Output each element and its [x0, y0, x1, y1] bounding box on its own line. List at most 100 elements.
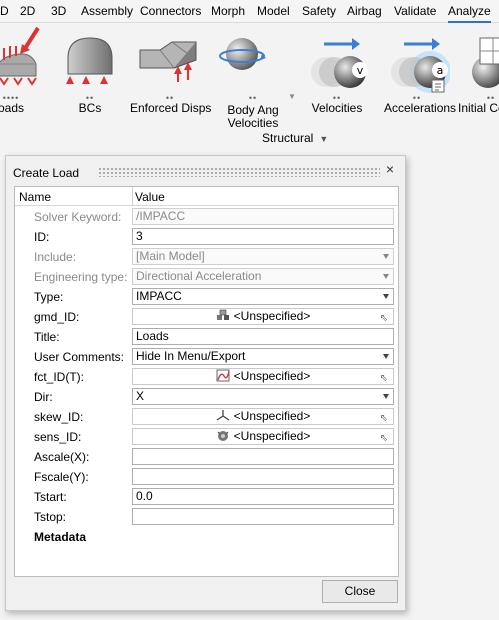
system-icon: [216, 410, 230, 421]
row-label: Include:: [34, 250, 77, 264]
close-icon[interactable]: ×: [383, 162, 397, 176]
entity-value: <Unspecified>: [233, 429, 311, 443]
column-header-value: Value: [135, 190, 165, 204]
menu-bar: D 2D 3D Assembly Connectors Morph Model …: [0, 0, 499, 23]
row-include: Include: [Main Model]: [15, 247, 398, 267]
skew-id-entity-selector[interactable]: <Unspecified> ⇖: [132, 408, 394, 425]
menu-item-analyze[interactable]: Analyze: [448, 0, 491, 23]
row-type: Type: IMPACC: [15, 287, 398, 307]
tool-label: Body Ang Velocities: [227, 103, 279, 130]
velocities-icon: v: [311, 38, 368, 88]
property-grid: Name Value Solver Keyword: /IMPACC ID: 3…: [14, 186, 399, 577]
row-tstop: Tstop:: [15, 507, 398, 527]
menu-item-connectors[interactable]: Connectors: [140, 0, 201, 23]
tool-label: oads: [0, 101, 25, 115]
tool-enforced-disps[interactable]: •• Enforced Disps: [130, 24, 212, 134]
tool-velocities[interactable]: v •• Velocities: [304, 24, 370, 134]
tool-bcs[interactable]: •• BCs: [60, 24, 120, 134]
dialog-title: Create Load: [13, 166, 80, 180]
solver-keyword-field: /IMPACC: [132, 208, 394, 225]
entity-value: <Unspecified>: [233, 309, 311, 323]
column-separator[interactable]: [132, 187, 133, 206]
tool-loads[interactable]: •••• oads: [0, 24, 42, 134]
menu-item-assembly[interactable]: Assembly: [81, 0, 133, 23]
accelerations-icon: a: [391, 38, 450, 93]
row-ascale: Ascale(X):: [15, 447, 398, 467]
section-metadata[interactable]: Metadata: [15, 527, 398, 547]
ribbon-toolbar: •••• oads •• BCs •• Enforced Disps •• Bo…: [0, 24, 499, 150]
menu-item-3d[interactable]: 3D: [51, 0, 66, 23]
menu-item-safety[interactable]: Safety: [302, 0, 336, 23]
menu-item-airbag[interactable]: Airbag: [347, 0, 382, 23]
row-solver-keyword: Solver Keyword: /IMPACC: [15, 207, 398, 227]
row-gmd-id: gmd_ID: <Unspecified> ⇖: [15, 307, 398, 327]
cursor-arrow-icon[interactable]: ⇖: [380, 311, 388, 324]
ascale-input[interactable]: [132, 448, 394, 465]
menu-item-model[interactable]: Model: [257, 0, 290, 23]
row-label: ID:: [34, 230, 50, 244]
column-header-name: Name: [19, 190, 52, 204]
user-comments-select[interactable]: Hide In Menu/Export: [132, 348, 394, 365]
title-input[interactable]: Loads: [132, 328, 394, 345]
tool-label: Initial Co: [458, 101, 499, 115]
svg-text:a: a: [437, 64, 444, 77]
row-fct-id: fct_ID(T): <Unspecified> ⇖: [15, 367, 398, 387]
fct-id-entity-selector[interactable]: <Unspecified> ⇖: [132, 368, 394, 385]
menu-item-d[interactable]: D: [0, 0, 9, 23]
tool-initial-conditions[interactable]: •• Initial Co: [458, 24, 499, 134]
row-label: Type:: [34, 290, 64, 304]
row-label: Tstart:: [34, 490, 67, 504]
tool-label: Accelerations: [384, 101, 457, 115]
body-ang-velocities-icon: [219, 38, 266, 70]
row-user-comments: User Comments: Hide In Menu/Export: [15, 347, 398, 367]
chevron-down-icon[interactable]: ▼: [288, 92, 296, 101]
row-label: Dir:: [34, 390, 53, 404]
group-icon: [216, 309, 229, 320]
section-label: Metadata: [34, 530, 87, 544]
svg-text:v: v: [357, 64, 364, 77]
row-skew-id: skew_ID: <Unspecified> ⇖: [15, 407, 398, 427]
sens-id-entity-selector[interactable]: <Unspecified> ⇖: [132, 428, 394, 445]
cursor-arrow-icon[interactable]: ⇖: [380, 431, 388, 444]
row-tstart: Tstart: 0.0: [15, 487, 398, 507]
menu-item-2d[interactable]: 2D: [20, 0, 35, 23]
tstart-input[interactable]: 0.0: [132, 488, 394, 505]
row-label: Solver Keyword:: [34, 210, 122, 224]
menu-item-validate[interactable]: Validate: [394, 0, 436, 23]
tool-body-ang-velocities[interactable]: •• Body Ang Velocities: [218, 24, 288, 134]
row-title: Title: Loads: [15, 327, 398, 347]
sensor-icon: [217, 431, 228, 441]
engineering-type-select: Directional Acceleration: [132, 268, 394, 285]
cursor-arrow-icon[interactable]: ⇖: [380, 371, 388, 384]
id-input[interactable]: 3: [132, 228, 394, 245]
bcs-icon: [66, 37, 113, 84]
row-label: gmd_ID:: [34, 310, 80, 324]
type-select[interactable]: IMPACC: [132, 288, 394, 305]
row-label: Tstop:: [34, 510, 67, 524]
row-label: Fscale(Y):: [34, 470, 89, 484]
tool-label: Enforced Disps: [130, 101, 212, 115]
row-label: Title:: [34, 330, 60, 344]
row-id: ID: 3: [15, 227, 398, 247]
loads-icon: [0, 26, 40, 86]
ribbon-group-label: Structural: [262, 131, 314, 145]
gmd-id-entity-selector[interactable]: <Unspecified> ⇖: [132, 308, 394, 325]
initial-conditions-icon: [472, 37, 499, 88]
row-label: fct_ID(T):: [34, 370, 84, 384]
fscale-input[interactable]: [132, 468, 394, 485]
entity-value: <Unspecified>: [233, 369, 311, 383]
grid-header: Name Value: [15, 187, 398, 206]
tool-accelerations[interactable]: a •• Accelerations: [384, 24, 457, 134]
drag-handle[interactable]: [98, 167, 380, 177]
row-label: User Comments:: [34, 350, 125, 364]
menu-item-morph[interactable]: Morph: [211, 0, 245, 23]
entity-value: <Unspecified>: [233, 409, 311, 423]
cursor-arrow-icon[interactable]: ⇖: [380, 411, 388, 424]
row-dir: Dir: X: [15, 387, 398, 407]
tstop-input[interactable]: [132, 508, 394, 525]
chevron-down-icon: ▼: [319, 134, 329, 144]
dir-select[interactable]: X: [132, 388, 394, 405]
row-fscale: Fscale(Y):: [15, 467, 398, 487]
ribbon-group-structural[interactable]: Structural ▼: [262, 131, 328, 145]
close-button[interactable]: Close: [322, 580, 398, 603]
